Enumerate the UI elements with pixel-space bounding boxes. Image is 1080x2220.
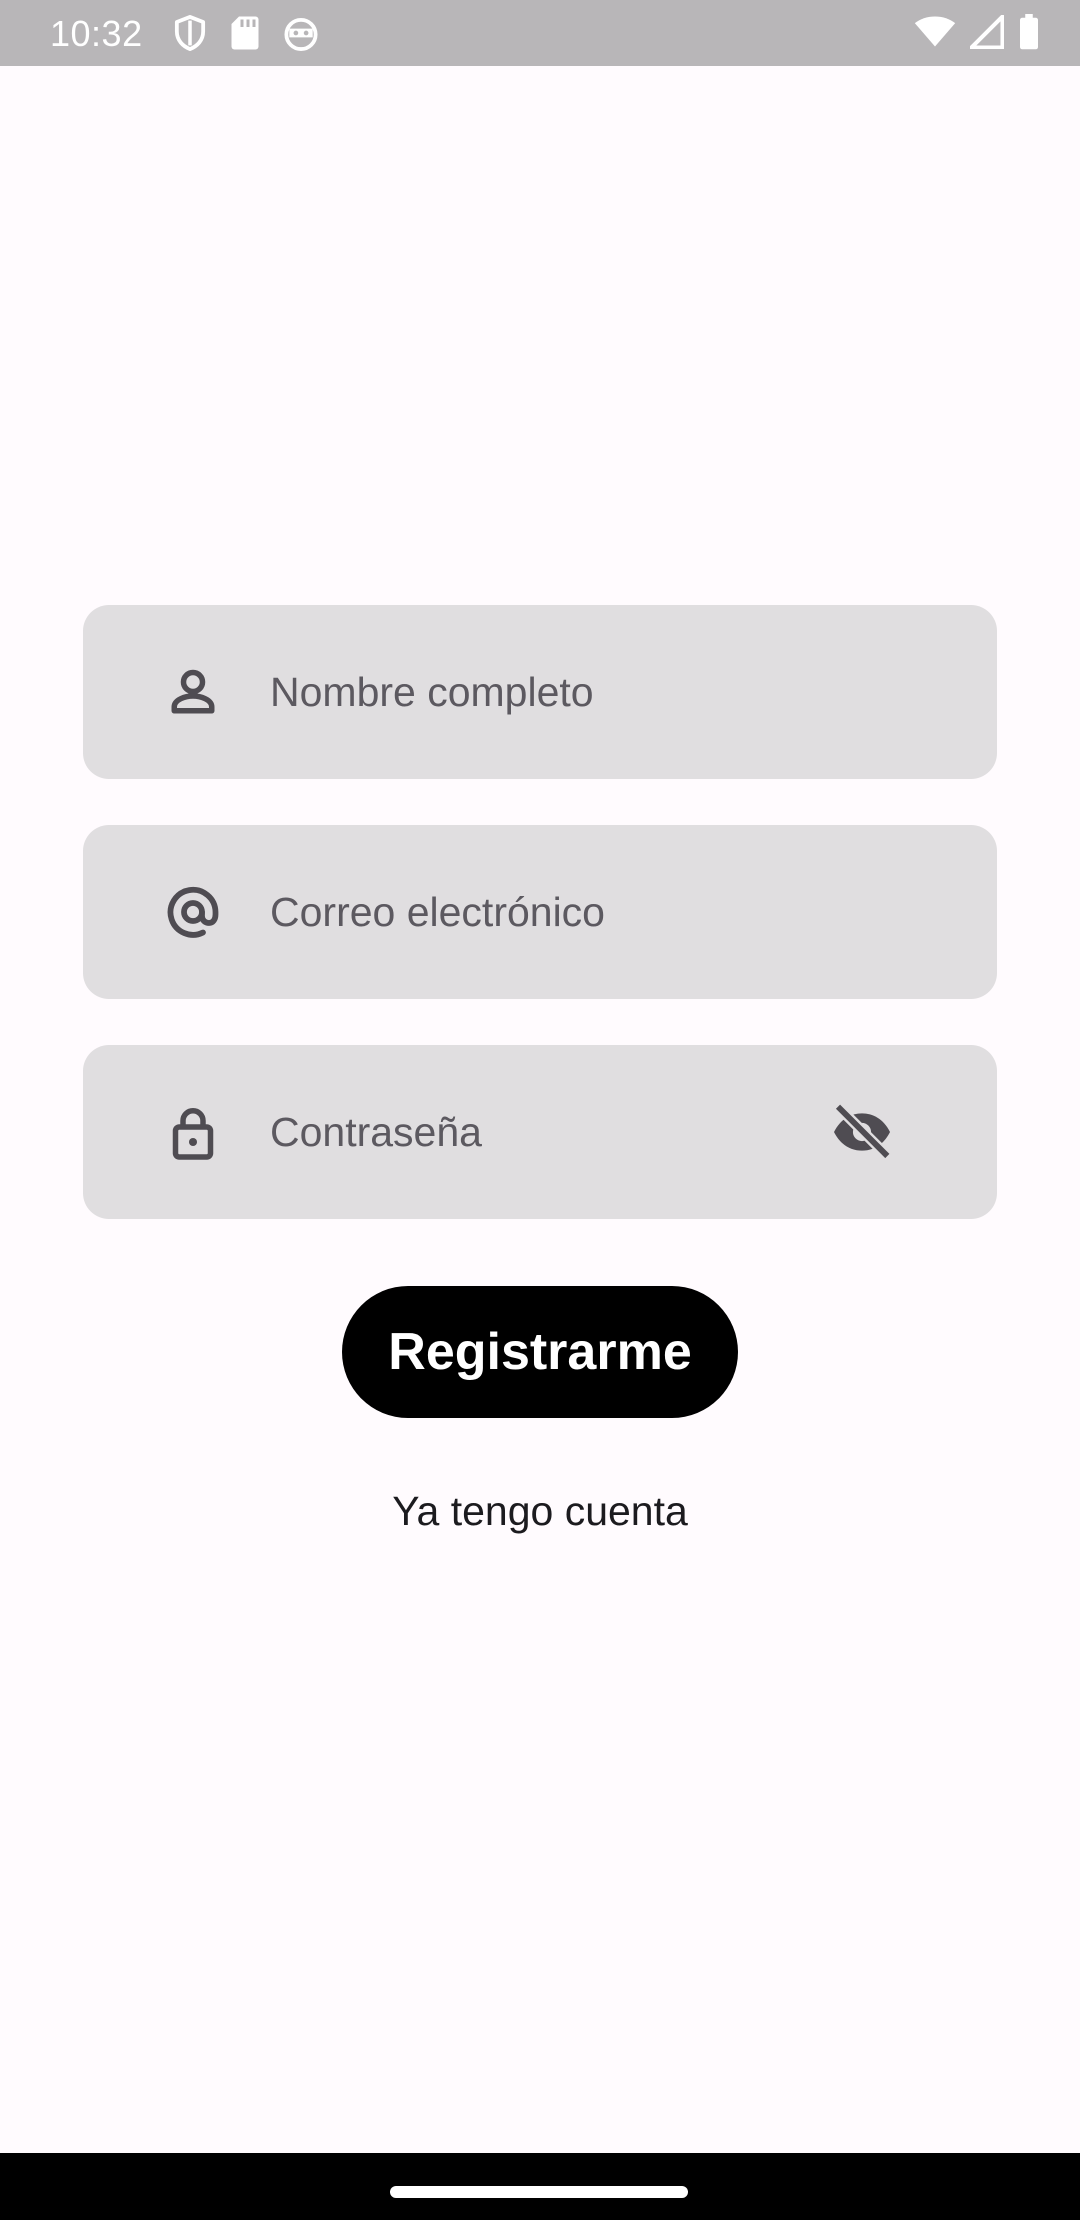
status-bar: 10:32 (0, 0, 1080, 66)
lock-icon (163, 1102, 223, 1162)
status-time: 10:32 (50, 13, 143, 54)
register-screen: 10:32 Nombre completo Correo electrónico… (0, 0, 1080, 2220)
at-sign-icon (163, 882, 223, 942)
shield-icon (172, 14, 208, 52)
email-field[interactable] (83, 825, 997, 999)
status-icons-left (172, 14, 320, 52)
robot-face-icon (282, 15, 320, 51)
email-input[interactable] (270, 825, 830, 999)
wifi-icon (914, 15, 956, 49)
eye-off-icon[interactable] (830, 1100, 894, 1164)
password-field[interactable] (83, 1045, 997, 1219)
password-input[interactable] (270, 1045, 830, 1219)
status-icons-right (914, 14, 1040, 50)
register-button[interactable]: Registrarme (342, 1286, 738, 1418)
sd-card-icon (230, 15, 260, 51)
cell-signal-icon (970, 15, 1004, 49)
name-input[interactable] (270, 605, 830, 779)
battery-icon (1018, 14, 1040, 50)
have-account-link[interactable]: Ya tengo cuenta (0, 1488, 1080, 1535)
person-icon (163, 662, 223, 722)
home-gesture-handle[interactable] (390, 2186, 688, 2198)
name-field[interactable] (83, 605, 997, 779)
